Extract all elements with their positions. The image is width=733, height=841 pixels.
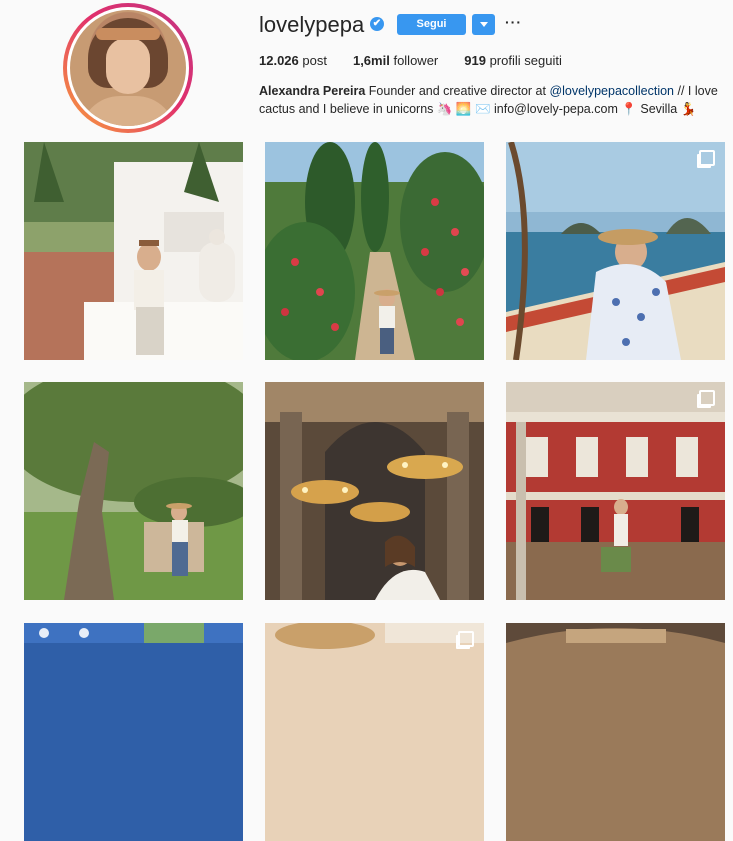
post-blue-tiles[interactable] xyxy=(24,623,243,841)
post-partial-3[interactable] xyxy=(506,623,725,841)
profile-bio: Alexandra Pereira Founder and creative d… xyxy=(259,82,719,118)
bio-mention-link[interactable]: @lovelypepacollection xyxy=(549,84,674,98)
profile-stats: 12.026 post 1,6mil follower 919 profili … xyxy=(259,53,588,68)
post-hagia-sophia-chandeliers[interactable] xyxy=(265,382,484,600)
followers-count[interactable]: 1,6mil follower xyxy=(353,53,438,68)
multiple-photos-icon xyxy=(458,631,474,647)
suggestions-dropdown-button[interactable] xyxy=(472,14,495,35)
post-white-terrace[interactable] xyxy=(24,142,243,360)
full-name: Alexandra Pereira xyxy=(259,84,366,98)
verified-badge-icon: ✔ xyxy=(370,17,384,31)
multiple-photos-icon xyxy=(699,150,715,166)
more-options-icon[interactable]: ··· xyxy=(505,14,522,30)
username: lovelypepa xyxy=(259,12,365,37)
post-partial-2[interactable] xyxy=(265,623,484,841)
post-olive-tree-garden[interactable] xyxy=(24,382,243,600)
post-red-courtyard[interactable] xyxy=(506,382,725,600)
follow-button[interactable]: Segui xyxy=(397,14,466,35)
post-boat-sea[interactable] xyxy=(506,142,725,360)
post-flower-garden-path[interactable] xyxy=(265,142,484,360)
bio-text: Founder and creative director at xyxy=(365,84,550,98)
multiple-photos-icon xyxy=(699,390,715,406)
profile-avatar[interactable] xyxy=(63,3,193,133)
following-count[interactable]: 919 profili seguiti xyxy=(464,53,562,68)
posts-count: 12.026 post xyxy=(259,53,327,68)
chevron-down-icon xyxy=(479,22,488,27)
